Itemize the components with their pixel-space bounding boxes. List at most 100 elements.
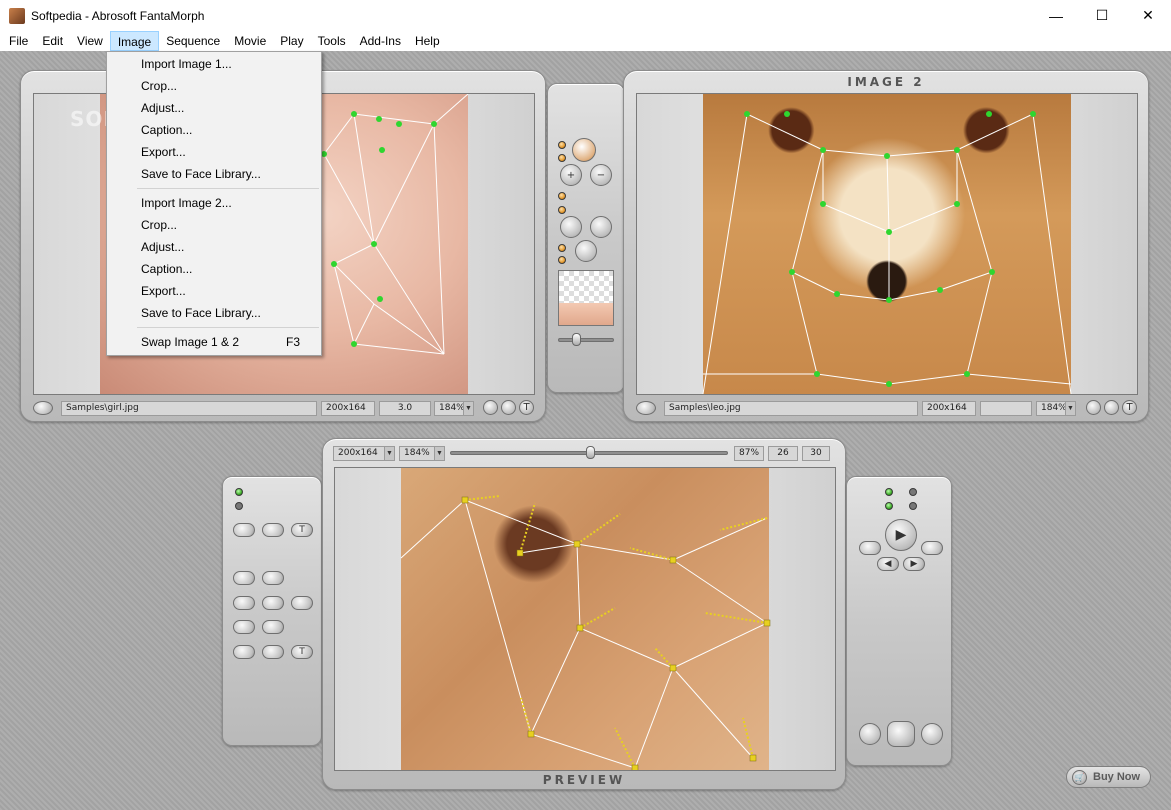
preview-frame: 26 (768, 446, 798, 461)
magnify-out-button[interactable] (590, 216, 612, 238)
cart-icon: 🛒 (1072, 770, 1087, 785)
image-menu-dropdown: Import Image 1... Crop... Adjust... Capt… (106, 51, 322, 356)
menu-crop-2[interactable]: Crop... (107, 214, 321, 236)
magnify-in-button[interactable] (560, 216, 582, 238)
image2-title: IMAGE 2 (847, 75, 925, 89)
thumbnail-face (559, 303, 613, 325)
mode-led-6 (558, 256, 566, 264)
maximize-button[interactable]: ☐ (1079, 0, 1125, 31)
preview-size-dropdown-icon[interactable]: ▼ (384, 447, 394, 460)
playback-led-4[interactable] (909, 502, 917, 510)
tool-button-1[interactable] (233, 523, 255, 537)
menu-add-ins[interactable]: Add-Ins (353, 31, 408, 51)
image2-panel: IMAGE 2 Samples\leo.jpg 200x164 184% ▼ T (623, 70, 1149, 422)
image1-zoom-dropdown-icon[interactable]: ▼ (463, 402, 473, 415)
hand-tool-button[interactable] (575, 240, 597, 262)
option-led-2[interactable] (235, 502, 243, 510)
image1-crop-icon[interactable] (483, 400, 498, 415)
menu-save-face-library-2[interactable]: Save to Face Library... (107, 302, 321, 324)
menu-caption-2[interactable]: Caption... (107, 258, 321, 280)
tool-button-12[interactable] (262, 645, 284, 659)
snapshot-button[interactable] (859, 723, 881, 745)
prev-frame-button[interactable]: ◀ (877, 557, 899, 571)
menu-adjust-2[interactable]: Adjust... (107, 236, 321, 258)
minimize-button[interactable]: — (1033, 0, 1079, 31)
menu-caption-1[interactable]: Caption... (107, 119, 321, 141)
first-frame-button[interactable] (859, 541, 881, 555)
playback-led-2[interactable] (885, 502, 893, 510)
image1-adjust-icon[interactable] (501, 400, 516, 415)
image2-zoom-dropdown-icon[interactable]: ▼ (1065, 402, 1075, 415)
image2-open-button[interactable] (636, 401, 656, 415)
zoom-in-button[interactable]: + (560, 164, 582, 186)
play-button[interactable]: ▶ (885, 519, 917, 551)
menu-swap-shortcut: F3 (285, 335, 300, 349)
menu-file[interactable]: File (2, 31, 35, 51)
image2-caption-icon[interactable]: T (1122, 400, 1137, 415)
menu-help[interactable]: Help (408, 31, 447, 51)
tool-button-7[interactable] (262, 596, 284, 610)
tool-button-5[interactable] (262, 571, 284, 585)
preview-total-frames: 30 (802, 446, 830, 461)
menu-play[interactable]: Play (273, 31, 310, 51)
menu-adjust-1[interactable]: Adjust... (107, 97, 321, 119)
thumbnail-slider[interactable] (558, 338, 614, 342)
menu-import-image-2[interactable]: Import Image 2... (107, 192, 321, 214)
mode-led-3 (558, 192, 566, 200)
menu-export-1[interactable]: Export... (107, 141, 321, 163)
playback-panel: ▶ ◀ ▶ (846, 476, 952, 766)
menu-edit[interactable]: Edit (35, 31, 70, 51)
menu-separator (137, 188, 319, 189)
menu-bar: File Edit View Image Sequence Movie Play… (0, 31, 1171, 51)
menu-crop-1[interactable]: Crop... (107, 75, 321, 97)
preview-title: PREVIEW (542, 773, 626, 787)
buy-now-label: Buy Now (1093, 771, 1141, 783)
thumbnail-preview[interactable] (558, 270, 614, 326)
tool-text-button[interactable]: T (291, 523, 313, 537)
menu-movie[interactable]: Movie (227, 31, 273, 51)
option-led-1[interactable] (235, 488, 243, 496)
tool-button-11[interactable] (233, 645, 255, 659)
select-tool-button[interactable] (572, 138, 596, 162)
preview-progress: 87% (734, 446, 764, 461)
menu-swap-images[interactable]: Swap Image 1 & 2 F3 (107, 331, 321, 353)
buy-now-button[interactable]: 🛒 Buy Now (1066, 766, 1151, 788)
preview-progress-thumb[interactable] (585, 446, 595, 459)
preview-frame-area[interactable] (334, 467, 836, 771)
tool-text-button-2[interactable]: T (291, 645, 313, 659)
playback-led-1[interactable] (885, 488, 893, 496)
menu-tools[interactable]: Tools (311, 31, 353, 51)
eye-icon[interactable] (262, 620, 284, 634)
menu-export-2[interactable]: Export... (107, 280, 321, 302)
menu-image[interactable]: Image (109, 31, 160, 51)
tool-button-2[interactable] (262, 523, 284, 537)
export-button[interactable] (921, 723, 943, 745)
menu-import-image-1[interactable]: Import Image 1... (107, 53, 321, 75)
image1-value: 3.0 (379, 401, 431, 416)
menu-view[interactable]: View (70, 31, 110, 51)
image1-caption-icon[interactable]: T (519, 400, 534, 415)
tool-button-6[interactable] (233, 596, 255, 610)
image2-size: 200x164 (922, 401, 976, 416)
image2-adjust-icon[interactable] (1104, 400, 1119, 415)
mode-led-2 (558, 154, 566, 162)
close-button[interactable]: ✕ (1125, 0, 1171, 31)
preview-zoom-dropdown-icon[interactable]: ▼ (434, 447, 444, 460)
window-controls: — ☐ ✕ (1033, 0, 1171, 31)
image1-open-button[interactable] (33, 401, 53, 415)
preview-mesh (400, 495, 771, 770)
last-frame-button[interactable] (921, 541, 943, 555)
tool-button-9[interactable] (233, 620, 255, 634)
menu-sequence[interactable]: Sequence (159, 31, 227, 51)
thumbnail-slider-thumb[interactable] (572, 333, 581, 346)
window-title: Softpedia - Abrosoft FantaMorph (31, 8, 205, 23)
image2-crop-icon[interactable] (1086, 400, 1101, 415)
playback-led-3[interactable] (909, 488, 917, 496)
image2-frame[interactable] (636, 93, 1138, 395)
zoom-out-button[interactable]: − (590, 164, 612, 186)
tool-button-4[interactable] (233, 571, 255, 585)
menu-save-face-library-1[interactable]: Save to Face Library... (107, 163, 321, 185)
movie-button[interactable] (887, 721, 915, 747)
next-frame-button[interactable]: ▶ (903, 557, 925, 571)
tool-button-8[interactable] (291, 596, 313, 610)
